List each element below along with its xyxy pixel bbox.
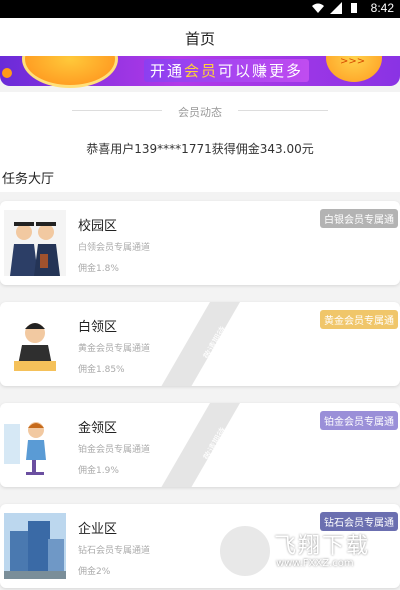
zone-desc: 黄金会员专属通道 — [78, 344, 151, 354]
zone-name: 校园区 — [78, 219, 118, 234]
zone-rate: 佣金1.85% — [78, 365, 125, 375]
zone-card-gold-collar[interactable]: 金领区 铂金会员专属通道 佣金1.9% 敬请期待 铂金会员专属通 — [0, 403, 400, 487]
receptionist-illustration-icon — [4, 412, 66, 478]
member-badge: 铂金会员专属通 — [320, 411, 398, 430]
coin-dot-icon — [2, 68, 12, 78]
signal-icon — [330, 2, 342, 14]
zone-card-white-collar[interactable]: 白领区 黄金会员专属通道 佣金1.85% 敬请期待 黄金会员专属通 — [0, 302, 400, 386]
zone-name: 金领区 — [78, 421, 118, 436]
member-news: 会员动态 恭喜用户139****1771获得佣金343.00元 — [0, 92, 400, 162]
task-hall-header: 任务大厅 — [0, 162, 400, 192]
zone-rate: 佣金2% — [78, 567, 111, 577]
member-news-message: 恭喜用户139****1771获得佣金343.00元 — [86, 142, 314, 156]
membership-banner[interactable]: 开通会员可以赚更多 >>> — [0, 56, 400, 92]
watermark-url: www.FXXZ.com — [276, 558, 354, 569]
member-news-title: 会员动态 — [178, 106, 222, 119]
zone-rate: 佣金1.8% — [78, 264, 119, 274]
member-badge: 黄金会员专属通 — [320, 310, 398, 329]
app-header: 首页 — [0, 18, 400, 60]
task-hall-title: 任务大厅 — [2, 172, 55, 187]
battery-icon — [351, 3, 357, 13]
building-illustration-icon — [4, 513, 66, 579]
coming-soon-stamp: 敬请期待 — [152, 403, 240, 487]
wifi-icon — [312, 3, 324, 13]
watermark-brand: 飞翔下载 — [274, 534, 371, 559]
zone-card-campus[interactable]: 校园区 白领会员专属通道 佣金1.8% 白银会员专属通 — [0, 201, 400, 285]
zone-name: 企业区 — [78, 522, 118, 537]
clock: 8:42 — [370, 1, 394, 15]
coming-soon-stamp: 敬请期待 — [152, 302, 240, 386]
zone-desc: 钻石会员专属通道 — [78, 546, 151, 556]
zone-desc: 铂金会员专属通道 — [78, 445, 151, 455]
page-title: 首页 — [184, 30, 215, 48]
zone-rate: 佣金1.9% — [78, 466, 119, 476]
member-badge: 白银会员专属通 — [320, 209, 398, 228]
status-icons — [312, 2, 360, 14]
office-worker-illustration-icon — [4, 311, 66, 377]
status-bar: 8:42 — [0, 0, 400, 18]
watermark-logo-icon — [218, 524, 272, 578]
graduates-illustration-icon — [4, 210, 66, 276]
divider-right — [238, 110, 328, 111]
zone-desc: 白领会员专属通道 — [78, 243, 151, 253]
banner-text: 开通会员可以赚更多 — [144, 59, 310, 82]
watermark: 飞翔下载 www.FXXZ.com — [218, 524, 386, 578]
zone-name: 白领区 — [78, 320, 118, 335]
